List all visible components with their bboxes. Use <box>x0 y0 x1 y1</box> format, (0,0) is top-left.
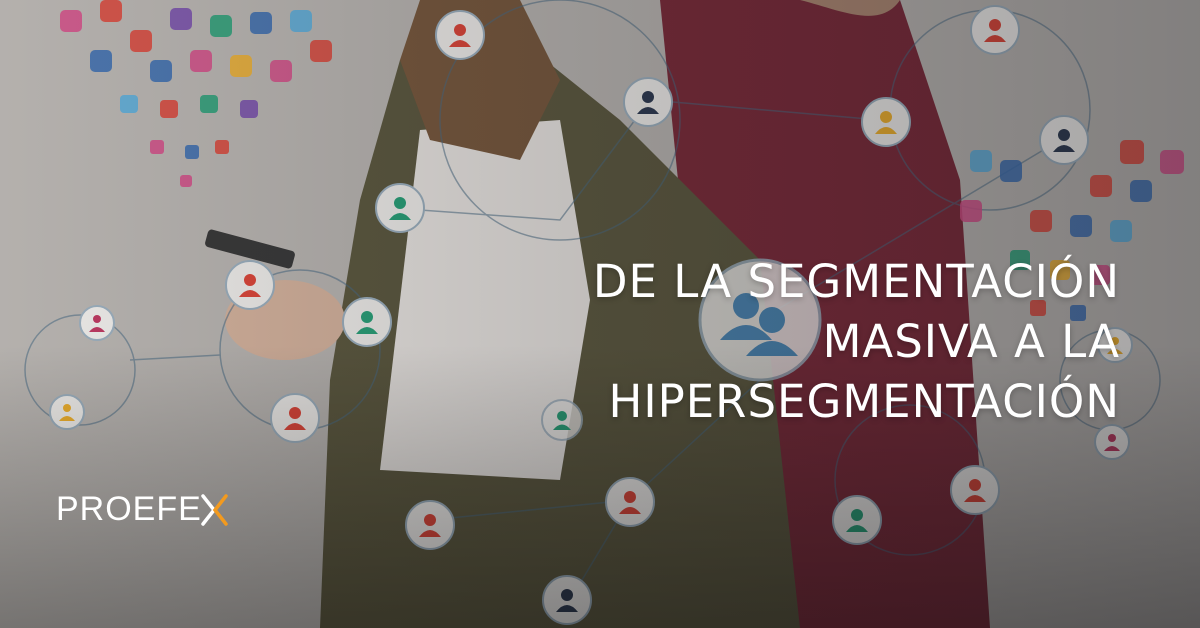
headline-line-1: DE LA SEGMENTACIÓN <box>592 255 1120 308</box>
logo-text: PROEFE <box>56 490 202 528</box>
proefex-logo: PROEFE <box>56 490 230 529</box>
headline: DE LA SEGMENTACIÓN MASIVA A LA HIPERSEGM… <box>520 252 1120 432</box>
headline-line-3: HIPERSEGMENTACIÓN <box>608 375 1120 428</box>
banner: DE LA SEGMENTACIÓN MASIVA A LA HIPERSEGM… <box>0 0 1200 628</box>
logo-x-mark-icon <box>201 493 228 526</box>
headline-line-2: MASIVA A LA <box>822 315 1120 368</box>
